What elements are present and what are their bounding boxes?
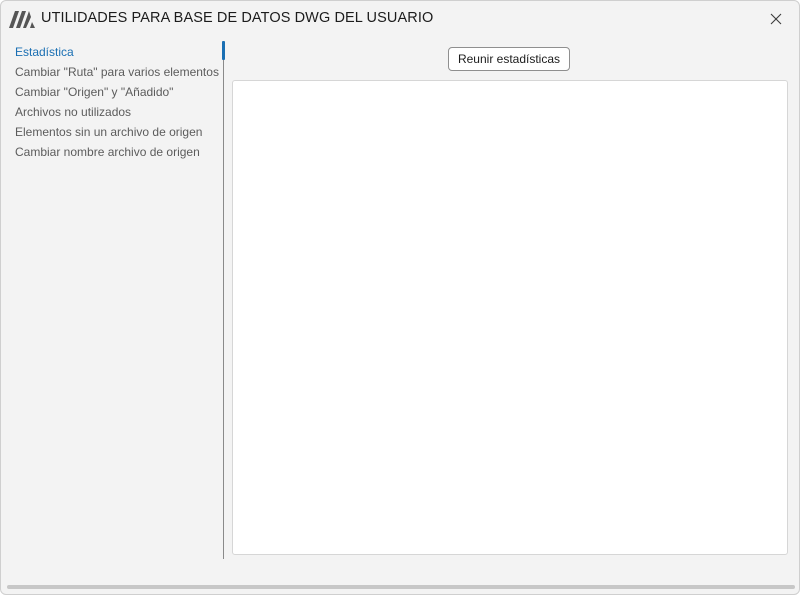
active-item-indicator [222,41,225,60]
title-bar: UTILIDADES PARA BASE DE DATOS DWG DEL US… [1,1,799,37]
gather-statistics-button[interactable]: Reunir estadísticas [448,47,570,71]
horizontal-scrollbar[interactable] [7,585,795,589]
sidebar-item-elementos-sin-origen[interactable]: Elementos sin un archivo de origen [15,125,202,139]
sidebar-divider [223,41,224,559]
close-icon [770,13,782,25]
sidebar-item-cambiar-nombre[interactable]: Cambiar nombre archivo de origen [15,145,200,159]
sidebar-item-cambiar-origen[interactable]: Cambiar "Origen" y "Añadido" [15,85,173,99]
statistics-results-panel[interactable] [232,80,788,555]
dialog-window: UTILIDADES PARA BASE DE DATOS DWG DEL US… [0,0,800,595]
sidebar-item-estadistica[interactable]: Estadística [15,45,74,59]
sidebar-item-archivos-no-utilizados[interactable]: Archivos no utilizados [15,105,131,119]
sidebar-nav: Estadística Cambiar "Ruta" para varios e… [1,41,223,561]
app-logo-icon [9,11,35,28]
window-title: UTILIDADES PARA BASE DE DATOS DWG DEL US… [41,10,434,26]
close-button[interactable] [761,5,791,33]
sidebar-item-cambiar-ruta[interactable]: Cambiar "Ruta" para varios elementos [15,65,219,79]
